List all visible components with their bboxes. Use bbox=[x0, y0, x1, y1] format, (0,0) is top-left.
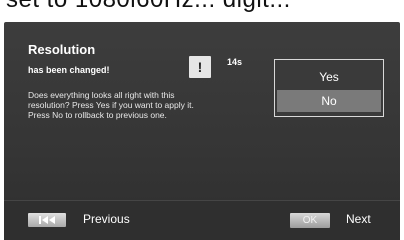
message-line: Does everything looks all right with thi… bbox=[28, 90, 175, 100]
skip-back-icon bbox=[39, 216, 55, 224]
yes-option[interactable]: Yes bbox=[277, 66, 381, 88]
no-option[interactable]: No bbox=[277, 90, 381, 112]
dialog-title: Resolution bbox=[28, 42, 96, 57]
top-text-fragment: set to 1080i60Hz... digit... bbox=[6, 0, 291, 14]
footer-bar: Previous OK Next bbox=[4, 201, 400, 240]
dialog-message: Does everything looks all right with thi… bbox=[28, 90, 253, 120]
message-line: Press No to rollback to previous one. bbox=[28, 110, 167, 120]
ok-button[interactable]: OK bbox=[290, 213, 330, 228]
message-line: resolution? Press Yes if you want to app… bbox=[28, 100, 194, 110]
countdown-timer: 14s bbox=[227, 57, 243, 67]
choice-list: Yes No bbox=[274, 59, 384, 117]
previous-label[interactable]: Previous bbox=[83, 212, 130, 226]
dialog-subtitle: has been changed! bbox=[28, 65, 110, 75]
next-label[interactable]: Next bbox=[346, 212, 371, 226]
cropped-top-text: set to 1080i60Hz... digit... bbox=[0, 0, 404, 22]
resolution-dialog: Resolution has been changed! ! 14s Does … bbox=[4, 22, 400, 240]
warning-icon: ! bbox=[189, 56, 211, 78]
previous-button[interactable] bbox=[28, 213, 66, 227]
